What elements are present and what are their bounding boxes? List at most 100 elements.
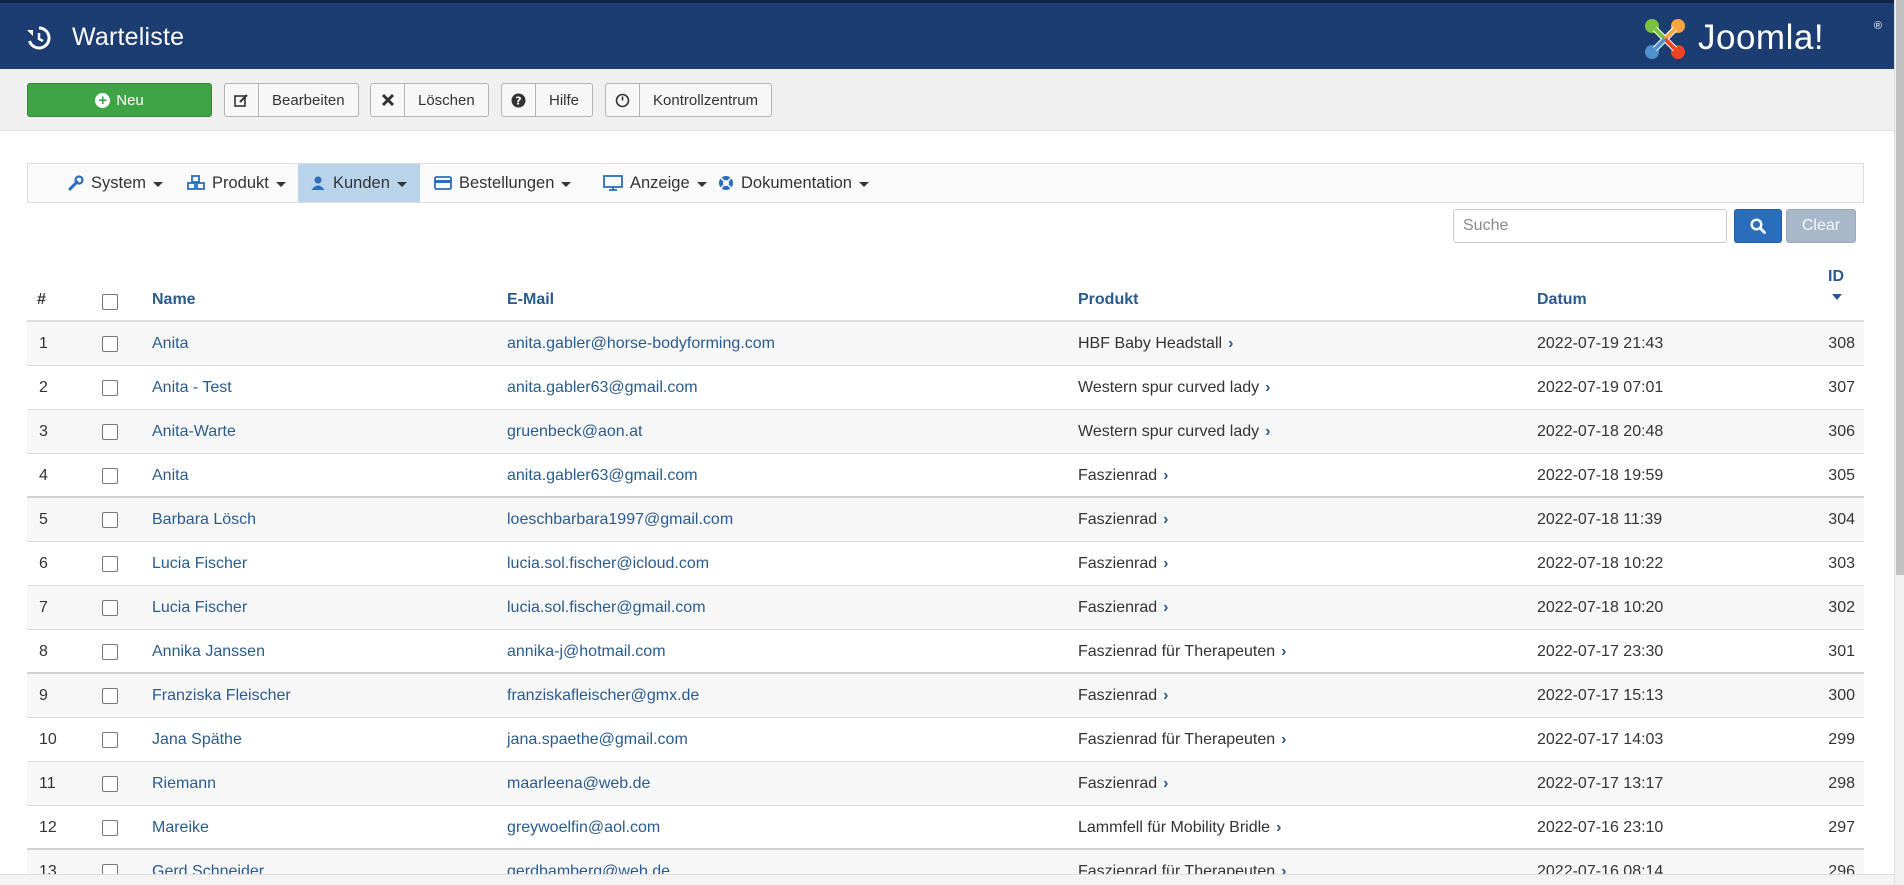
new-button-label: Neu: [116, 91, 144, 109]
row-number: 1: [39, 335, 48, 352]
customer-email-link[interactable]: anita.gabler@horse-bodyforming.com: [507, 335, 775, 353]
search-input[interactable]: [1453, 209, 1727, 243]
menu-dokumentation[interactable]: Dokumentation: [706, 164, 881, 202]
id-cell: 299: [1828, 731, 1855, 748]
column-name[interactable]: Name: [152, 291, 196, 309]
edit-button[interactable]: Bearbeiten: [224, 83, 359, 117]
table-row: 6 Lucia Fischer lucia.sol.fischer@icloud.c…: [27, 542, 1864, 586]
date-cell: 2022-07-19 21:43: [1537, 335, 1664, 352]
customer-email-link[interactable]: lucia.sol.fischer@icloud.com: [507, 555, 709, 573]
joomla-logo[interactable]: Joomla! ®: [1640, 14, 1884, 64]
menu-dokumentation-label: Dokumentation: [741, 173, 852, 192]
credit-card-icon: [434, 176, 452, 190]
customer-email-link[interactable]: greywoelfin@aol.com: [507, 819, 660, 837]
row-number: 7: [39, 599, 48, 616]
clear-button[interactable]: Clear: [1786, 209, 1856, 243]
control-panel-button[interactable]: Kontrollzentrum: [605, 83, 773, 117]
new-button[interactable]: + Neu: [27, 83, 212, 117]
scrollbar-thumb[interactable]: [1896, 0, 1904, 575]
row-checkbox[interactable]: [102, 556, 118, 572]
row-checkbox[interactable]: [102, 820, 118, 836]
help-button[interactable]: ? Hilfe: [501, 83, 594, 117]
search-button[interactable]: [1734, 209, 1782, 243]
customer-name-link[interactable]: Riemann: [152, 775, 216, 793]
dashboard-icon: [606, 84, 640, 116]
customer-name-link[interactable]: Lucia Fischer: [152, 555, 247, 573]
date-cell: 2022-07-18 19:59: [1537, 467, 1664, 484]
row-checkbox[interactable]: [102, 468, 118, 484]
column-product[interactable]: Produkt: [1078, 291, 1138, 309]
customer-email-link[interactable]: lucia.sol.fischer@gmail.com: [507, 599, 706, 617]
row-checkbox[interactable]: [102, 512, 118, 528]
menu-kunden[interactable]: Kunden: [298, 164, 420, 202]
chevron-right-icon[interactable]: ›: [1281, 731, 1286, 749]
page-scrollbar[interactable]: [1894, 0, 1904, 885]
menu-anzeige[interactable]: Anzeige: [591, 164, 719, 202]
customer-name-link[interactable]: Anita: [152, 467, 188, 485]
row-number: 10: [39, 731, 57, 748]
question-circle-icon: ?: [502, 84, 536, 116]
status-bar: [0, 874, 1894, 885]
menu-bestellungen[interactable]: Bestellungen: [422, 164, 583, 202]
customer-name-link[interactable]: Annika Janssen: [152, 643, 265, 661]
row-number: 2: [39, 379, 48, 396]
select-all-checkbox[interactable]: [102, 294, 118, 310]
product-name: Western spur curved lady: [1078, 379, 1260, 396]
row-checkbox[interactable]: [102, 336, 118, 352]
row-checkbox[interactable]: [102, 380, 118, 396]
customer-name-link[interactable]: Anita-Warte: [152, 423, 236, 441]
row-number: 4: [39, 467, 48, 484]
row-checkbox[interactable]: [102, 776, 118, 792]
customer-name-link[interactable]: Barbara Lösch: [152, 511, 256, 529]
chevron-right-icon[interactable]: ›: [1163, 687, 1168, 705]
menu-system[interactable]: System: [56, 164, 175, 202]
date-cell: 2022-07-18 10:20: [1537, 599, 1664, 616]
customer-name-link[interactable]: Franziska Fleischer: [152, 687, 291, 705]
customer-email-link[interactable]: annika-j@hotmail.com: [507, 643, 666, 661]
menu-produkt[interactable]: Produkt: [175, 164, 298, 202]
column-date[interactable]: Datum: [1537, 291, 1587, 309]
row-checkbox[interactable]: [102, 424, 118, 440]
customer-email-link[interactable]: anita.gabler63@gmail.com: [507, 467, 698, 485]
chevron-right-icon[interactable]: ›: [1163, 775, 1168, 793]
edit-button-label: Bearbeiten: [272, 91, 345, 109]
close-icon: [371, 84, 405, 116]
delete-button-label: Löschen: [418, 91, 475, 109]
product-name: Faszienrad für Therapeuten: [1078, 731, 1276, 748]
menu-system-label: System: [91, 173, 147, 192]
customer-email-link[interactable]: jana.spaethe@gmail.com: [507, 731, 688, 749]
customer-name-link[interactable]: Mareike: [152, 819, 209, 837]
table-row: 4 Anita anita.gabler63@gmail.com Faszienrad…: [27, 454, 1864, 498]
column-id[interactable]: ID: [1828, 268, 1844, 300]
customer-email-link[interactable]: franziskafleischer@gmx.de: [507, 687, 699, 705]
chevron-right-icon[interactable]: ›: [1228, 335, 1233, 353]
customer-name-link[interactable]: Lucia Fischer: [152, 599, 247, 617]
delete-button[interactable]: Löschen: [370, 83, 489, 117]
date-cell: 2022-07-18 20:48: [1537, 423, 1664, 440]
chevron-right-icon[interactable]: ›: [1163, 599, 1168, 617]
customer-email-link[interactable]: anita.gabler63@gmail.com: [507, 379, 698, 397]
customer-name-link[interactable]: Anita - Test: [152, 379, 232, 397]
row-checkbox[interactable]: [102, 688, 118, 704]
customer-email-link[interactable]: loeschbarbara1997@gmail.com: [507, 511, 733, 529]
column-email[interactable]: E-Mail: [507, 291, 554, 309]
chevron-right-icon[interactable]: ›: [1281, 643, 1286, 661]
chevron-right-icon[interactable]: ›: [1163, 467, 1168, 485]
chevron-right-icon[interactable]: ›: [1265, 423, 1270, 441]
customer-email-link[interactable]: maarleena@web.de: [507, 775, 650, 793]
product-cell: Faszienrad ›: [1078, 599, 1168, 617]
chevron-right-icon[interactable]: ›: [1276, 819, 1281, 837]
row-checkbox[interactable]: [102, 644, 118, 660]
id-cell: 303: [1828, 555, 1855, 572]
chevron-right-icon[interactable]: ›: [1265, 379, 1270, 397]
chevron-right-icon[interactable]: ›: [1163, 555, 1168, 573]
customer-email-link[interactable]: gruenbeck@aon.at: [507, 423, 642, 441]
table-body: 1 Anita anita.gabler@horse-bodyforming.com…: [27, 322, 1864, 885]
chevron-right-icon[interactable]: ›: [1163, 511, 1168, 529]
customer-name-link[interactable]: Anita: [152, 335, 188, 353]
row-checkbox[interactable]: [102, 732, 118, 748]
row-checkbox[interactable]: [102, 600, 118, 616]
row-number: 11: [39, 775, 56, 792]
customer-name-link[interactable]: Jana Späthe: [152, 731, 242, 749]
product-name: Faszienrad: [1078, 555, 1158, 572]
